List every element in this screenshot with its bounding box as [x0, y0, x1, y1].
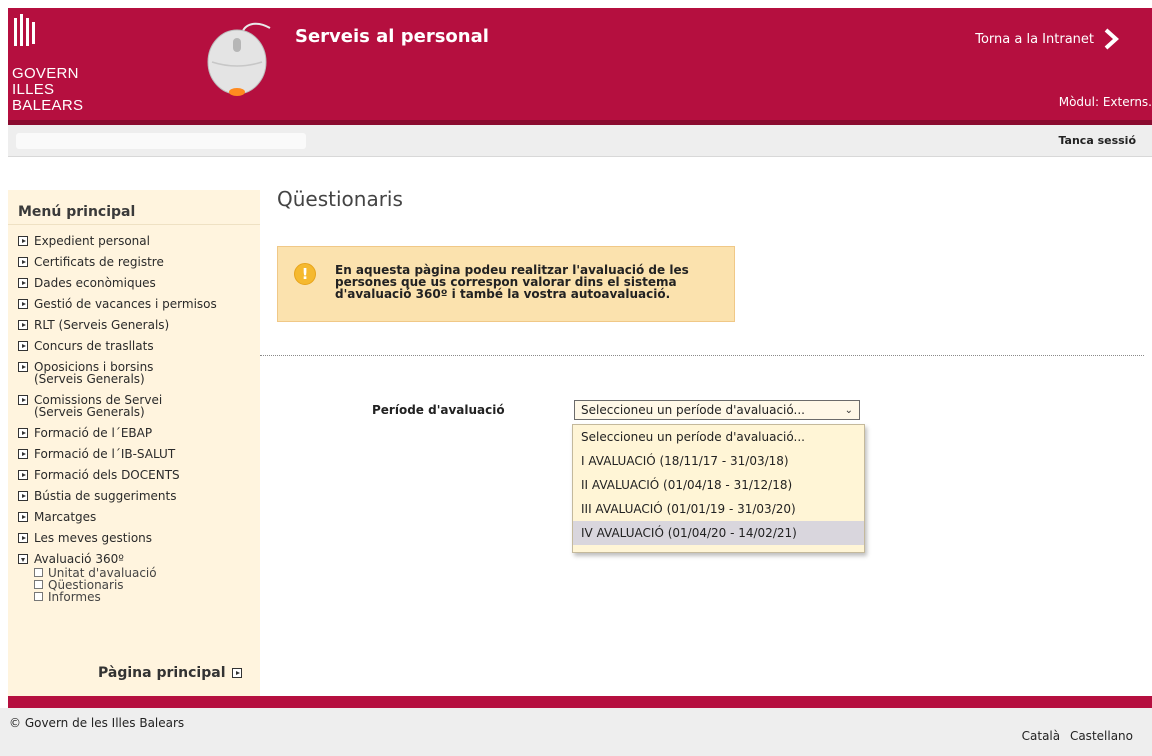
expand-icon: [18, 449, 28, 459]
logo-bars-icon: [14, 14, 35, 46]
expand-icon: [18, 470, 28, 480]
bullet-icon: [34, 580, 43, 589]
menu-item-avaluacio-360[interactable]: Avaluació 360º Unitat d'avaluació Qüesti…: [18, 553, 258, 603]
menu-item-label: Formació dels DOCENTS: [34, 468, 180, 482]
menu-item[interactable]: Comissions de Servei (Serveis Generals): [18, 394, 188, 418]
menu-item-label: Avaluació 360º: [34, 552, 124, 566]
user-name-redacted: [16, 133, 306, 149]
expand-icon: [18, 533, 28, 543]
menu-item-label: Gestió de vacances i permisos: [34, 297, 217, 311]
footer-stripe: [8, 696, 1152, 708]
home-link-label: Pàgina principal: [98, 665, 226, 681]
menu-item[interactable]: Bústia de suggeriments: [18, 490, 258, 502]
dropdown-option[interactable]: Seleccioneu un període d'avaluació...: [573, 425, 864, 449]
logo-line: ILLES: [12, 81, 55, 98]
expand-icon: [18, 341, 28, 351]
dropdown-option[interactable]: I AVALUACIÓ (18/11/17 - 31/03/18): [573, 449, 864, 473]
divider: [8, 224, 260, 225]
submenu-item-label: Informes: [48, 590, 101, 604]
chevron-right-icon: [1104, 28, 1119, 50]
logo-line: GOVERN: [12, 65, 79, 82]
bullet-icon: [34, 592, 43, 601]
expand-icon: [18, 236, 28, 246]
menu-item[interactable]: Formació de l´EBAP: [18, 427, 258, 439]
back-to-intranet-link[interactable]: Torna a la Intranet: [975, 28, 1122, 50]
menu-item-label: Bústia de suggeriments: [34, 489, 177, 503]
expand-icon: [18, 257, 28, 267]
menu-item-label: Formació de l´IB-SALUT: [34, 447, 176, 461]
collapse-icon: [18, 554, 28, 564]
submenu-item[interactable]: Informes: [34, 591, 258, 603]
logout-link[interactable]: Tanca sessió: [1058, 134, 1136, 147]
sidebar: Menú principal Expedient personal Certif…: [8, 190, 260, 696]
menu-item-label: Oposicions i borsins (Serveis Generals): [34, 360, 154, 386]
period-select[interactable]: Seleccioneu un període d'avaluació... ⌄: [574, 400, 860, 420]
warning-icon: !: [294, 263, 316, 285]
menu-item-label: Expedient personal: [34, 234, 150, 248]
dropdown-option-highlighted[interactable]: IV AVALUACIÓ (01/04/20 - 14/02/21): [573, 521, 864, 545]
menu-item[interactable]: Formació de l´IB-SALUT: [18, 448, 258, 460]
divider: [260, 355, 1144, 356]
app-title: Serveis al personal: [295, 26, 489, 47]
menu-item[interactable]: Expedient personal: [18, 235, 258, 247]
language-switch: Català Castellano: [1016, 729, 1133, 743]
menu-item[interactable]: RLT (Serveis Generals): [18, 319, 258, 331]
dropdown-option[interactable]: III AVALUACIÓ (01/01/19 - 31/03/20): [573, 497, 864, 521]
expand-icon: [18, 491, 28, 501]
period-dropdown: Seleccioneu un període d'avaluació... I …: [572, 424, 865, 553]
menu-item[interactable]: Oposicions i borsins (Serveis Generals): [18, 361, 188, 385]
menu-item-label: Comissions de Servei (Serveis Generals): [34, 393, 163, 419]
logo-line: BALEARS: [12, 97, 84, 114]
expand-icon: [18, 362, 28, 372]
info-text: En aquesta pàgina podeu realitzar l'aval…: [335, 263, 689, 301]
menu-item-label: Marcatges: [34, 510, 97, 524]
expand-icon: [18, 278, 28, 288]
menu-item[interactable]: Les meves gestions: [18, 532, 258, 544]
lang-catala-link[interactable]: Català: [1022, 729, 1060, 743]
submenu: Unitat d'avaluació Qüestionaris Informes: [34, 567, 258, 603]
page-title: Qüestionaris: [277, 187, 403, 211]
info-message: ! En aquesta pàgina podeu realitzar l'av…: [277, 246, 735, 322]
back-link-label: Torna a la Intranet: [975, 31, 1094, 47]
dropdown-option[interactable]: II AVALUACIÓ (01/04/18 - 31/12/18): [573, 473, 864, 497]
menu-item[interactable]: Gestió de vacances i permisos: [18, 298, 258, 310]
expand-icon: [18, 395, 28, 405]
chevron-down-icon: ⌄: [844, 404, 853, 416]
mouse-icon: [207, 22, 271, 96]
lang-castellano-link[interactable]: Castellano: [1070, 729, 1133, 743]
govern-logo[interactable]: GOVERN ILLES BALEARS: [12, 12, 132, 122]
arrow-right-icon: [231, 668, 242, 678]
menu-item[interactable]: Dades econòmiques: [18, 277, 258, 289]
expand-icon: [18, 299, 28, 309]
header: GOVERN ILLES BALEARS Serveis al personal…: [8, 8, 1152, 120]
main-menu: Expedient personal Certificats de regist…: [18, 235, 258, 603]
menu-item-label: Les meves gestions: [34, 531, 153, 545]
module-label: Mòdul: Externs.: [1058, 95, 1152, 109]
logo-text: GOVERN ILLES BALEARS: [12, 66, 83, 114]
menu-item-label: Certificats de registre: [34, 255, 164, 269]
expand-icon: [18, 320, 28, 330]
menu-item-label: Concurs de trasllats: [34, 339, 154, 353]
menu-title: Menú principal: [18, 204, 136, 220]
menu-item-label: Dades econòmiques: [34, 276, 156, 290]
expand-icon: [18, 512, 28, 522]
menu-item-label: RLT (Serveis Generals): [34, 318, 170, 332]
period-label: Període d'avaluació: [372, 403, 505, 417]
copyright: © Govern de les Illes Balears: [9, 716, 185, 730]
session-bar: Tanca sessió: [8, 125, 1152, 157]
expand-icon: [18, 428, 28, 438]
home-page-link[interactable]: Pàgina principal: [98, 665, 242, 681]
menu-item[interactable]: Marcatges: [18, 511, 258, 523]
bullet-icon: [34, 568, 43, 577]
menu-item[interactable]: Certificats de registre: [18, 256, 258, 268]
menu-item-label: Formació de l´EBAP: [34, 426, 153, 440]
select-value: Seleccioneu un període d'avaluació...: [581, 403, 805, 417]
menu-item[interactable]: Formació dels DOCENTS: [18, 469, 258, 481]
footer: © Govern de les Illes Balears Català Cas…: [0, 708, 1152, 756]
menu-item[interactable]: Concurs de trasllats: [18, 340, 258, 352]
